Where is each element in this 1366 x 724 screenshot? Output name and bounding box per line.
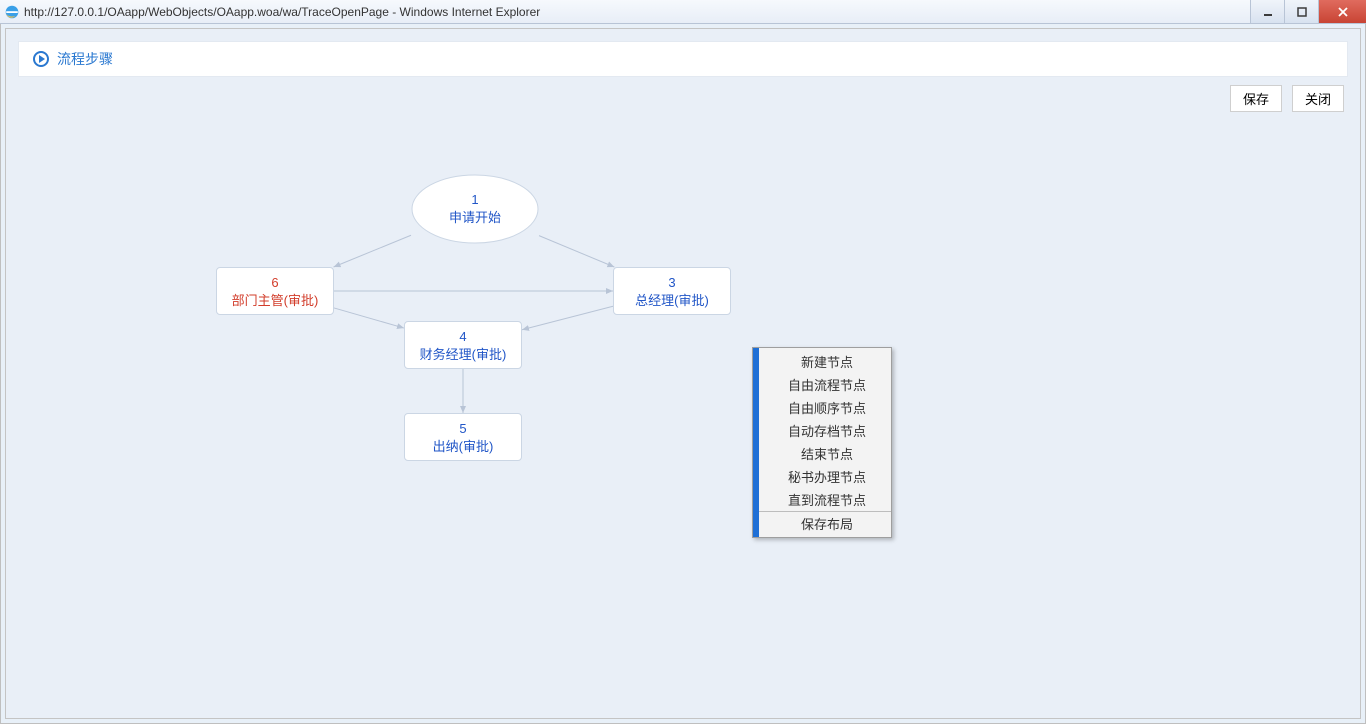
context-menu-item-0[interactable]: 新建节点 — [753, 350, 891, 373]
context-menu-item-1[interactable]: 自由流程节点 — [753, 373, 891, 396]
context-menu-item-5[interactable]: 秘书办理节点 — [753, 465, 891, 488]
flow-node-n5[interactable]: 5出纳(审批) — [404, 413, 522, 461]
window-maximize-button[interactable] — [1284, 0, 1318, 23]
ie-favicon — [4, 4, 20, 20]
window-minimize-button[interactable] — [1250, 0, 1284, 23]
context-menu-item-3[interactable]: 自动存档节点 — [753, 419, 891, 442]
flow-node-n6[interactable]: 6部门主管(审批) — [216, 267, 334, 315]
close-button[interactable]: 关闭 — [1292, 85, 1344, 112]
browser-client-area: 流程步骤 保存 关闭 1申请开始 6部门主管(审批) 3总经理(审批) 4财务经理(审… — [0, 24, 1366, 724]
flow-node-n4[interactable]: 4财务经理(审批) — [404, 321, 522, 369]
save-button[interactable]: 保存 — [1230, 85, 1282, 112]
flow-node-n3[interactable]: 3总经理(审批) — [613, 267, 731, 315]
window-title: http://127.0.0.1/OAapp/WebObjects/OAapp.… — [24, 5, 1250, 19]
arrow-right-icon — [33, 51, 49, 67]
window-titlebar: http://127.0.0.1/OAapp/WebObjects/OAapp.… — [0, 0, 1366, 24]
context-menu-item-2[interactable]: 自由顺序节点 — [753, 396, 891, 419]
panel-header: 流程步骤 — [18, 41, 1348, 77]
panel-title: 流程步骤 — [57, 49, 113, 69]
workflow-canvas[interactable]: 1申请开始 6部门主管(审批) 3总经理(审批) 4财务经理(审批) 5出纳(审批) — [6, 129, 1360, 718]
context-menu-accent — [753, 348, 759, 537]
context-menu-item-6[interactable]: 直到流程节点 — [753, 488, 891, 511]
context-menu[interactable]: 新建节点自由流程节点自由顺序节点自动存档节点结束节点秘书办理节点直到流程节点保存… — [752, 347, 892, 538]
context-menu-item-7[interactable]: 保存布局 — [753, 511, 891, 535]
context-menu-item-4[interactable]: 结束节点 — [753, 442, 891, 465]
flow-node-start[interactable]: 1申请开始 — [411, 174, 539, 244]
window-close-button[interactable] — [1318, 0, 1366, 23]
